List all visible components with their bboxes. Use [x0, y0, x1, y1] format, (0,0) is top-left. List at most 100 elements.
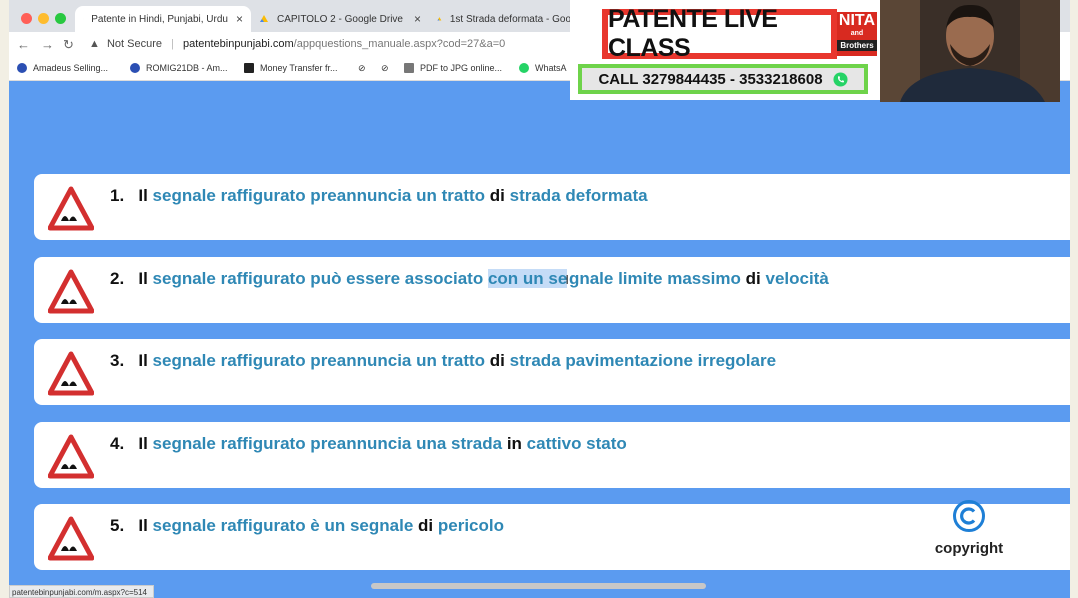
- bookmark-icon: [130, 63, 140, 73]
- question-article: Il: [138, 351, 148, 370]
- tab-strada[interactable]: 1st Strada deformata - Goo: [429, 6, 579, 32]
- bookmark-icon: [404, 63, 414, 73]
- question-number: 4.: [110, 434, 125, 453]
- url-domain: patentebinpunjabi.com: [182, 38, 294, 50]
- right-frame: [1070, 0, 1078, 598]
- call-banner: CALL 3279844435 - 3533218608: [578, 64, 868, 94]
- question-phrase: segnale raffigurato preannuncia un tratt…: [152, 186, 486, 205]
- question-connector: di: [745, 269, 761, 288]
- question-phrase: segnale raffigurato può essere associato: [152, 269, 484, 288]
- question-phrase: segnale raffigurato preannuncia un tratt…: [152, 351, 486, 370]
- question-number: 2.: [110, 269, 125, 288]
- uneven-road-sign-icon: [48, 186, 94, 231]
- close-window-button[interactable]: [21, 13, 32, 24]
- banner-title-frame: PATENTE LIVE CLASS: [602, 5, 837, 62]
- question-connector: di: [418, 516, 434, 535]
- window-controls: [21, 11, 72, 29]
- bookmark-whatsapp[interactable]: WhatsA: [519, 63, 567, 73]
- question-article: Il: [138, 269, 148, 288]
- minimize-window-button[interactable]: [38, 13, 49, 24]
- google-drive-icon: [260, 15, 268, 22]
- question-text: 1. Il segnale raffigurato preannuncia un…: [110, 186, 648, 206]
- copyright-icon: [953, 500, 985, 532]
- bookmark-label: WhatsA: [535, 63, 567, 73]
- tab-title: 1st Strada deformata - Goo: [449, 13, 571, 25]
- question-number: 5.: [110, 516, 125, 535]
- bookmark-pdf-jpg[interactable]: PDF to JPG online...: [404, 63, 502, 73]
- question-phrase: strada deformata: [509, 186, 648, 205]
- question-card[interactable]: 2. Il segnale raffigurato può essere ass…: [34, 257, 1070, 323]
- security-label: Not Secure: [106, 38, 162, 50]
- reload-icon[interactable]: ↻: [63, 37, 74, 53]
- question-phrase: segnale raffigurato è un segnale: [152, 516, 414, 535]
- question-text: 5. Il segnale raffigurato è un segnale d…: [110, 516, 504, 536]
- url-separator: |: [171, 38, 174, 50]
- question-number: 1.: [110, 186, 125, 205]
- uneven-road-sign-icon: [48, 516, 94, 561]
- bookmark-amadeus[interactable]: Amadeus Selling...: [17, 63, 108, 73]
- presenter-video-image: [880, 0, 1060, 102]
- presenter-webcam: [880, 0, 1060, 102]
- question-text: 4. Il segnale raffigurato preannuncia un…: [110, 434, 627, 454]
- whatsapp-icon: [833, 71, 848, 87]
- question-card[interactable]: 3. Il segnale raffigurato preannuncia un…: [34, 339, 1070, 405]
- bookmark-label: Amadeus Selling...: [33, 63, 109, 73]
- brand-name: NITA: [838, 12, 876, 29]
- whatsapp-icon: [519, 63, 529, 73]
- google-drive-icon: [437, 17, 442, 21]
- brand-suffix: Brothers: [837, 40, 877, 51]
- tab-title: CAPITOLO 2 - Google Drive: [277, 13, 403, 25]
- forward-icon[interactable]: →: [41, 37, 54, 52]
- brand-logo: NITA and Brothers: [837, 12, 877, 56]
- url-path: /appquestions_manuale.aspx?cod=27&a=0: [293, 38, 506, 50]
- question-text: 3. Il segnale raffigurato preannuncia un…: [110, 351, 776, 371]
- call-text: CALL 3279844435 - 3533218608: [598, 70, 823, 88]
- bookmark-label: ROMIG21DB - Am...: [146, 63, 228, 73]
- tab-patente[interactable]: Patente in Hindi, Punjabi, Urdu ×: [75, 6, 251, 32]
- question-article: Il: [138, 434, 148, 453]
- question-text: 2. Il segnale raffigurato può essere ass…: [110, 269, 829, 289]
- warning-icon: ▲: [89, 38, 100, 50]
- question-number: 3.: [110, 351, 125, 370]
- question-card[interactable]: 4. Il segnale raffigurato preannuncia un…: [34, 422, 1070, 488]
- uneven-road-sign-icon: [48, 269, 94, 314]
- copyright-mark: copyright: [914, 499, 1024, 557]
- back-icon[interactable]: ←: [17, 37, 30, 52]
- call-box: CALL 3279844435 - 3533218608: [582, 68, 864, 90]
- question-phrase: gnale: [568, 269, 614, 288]
- url-field[interactable]: ▲ Not Secure | patentebinpunjabi.com/app…: [89, 38, 505, 50]
- banner-title: PATENTE LIVE CLASS: [608, 5, 831, 62]
- bookmark-icon: [244, 63, 254, 73]
- globe-bookmark-icon[interactable]: ⊘: [358, 63, 366, 74]
- maximize-window-button[interactable]: [55, 13, 66, 24]
- question-article: Il: [138, 516, 148, 535]
- copyright-label: copyright: [934, 540, 1004, 557]
- globe-bookmark-icon[interactable]: ⊘: [381, 63, 389, 74]
- bookmark-label: Money Transfer fr...: [260, 63, 338, 73]
- uneven-road-sign-icon: [48, 434, 94, 479]
- bookmark-icon: [17, 63, 27, 73]
- brand-conjunction: and: [850, 30, 864, 37]
- uneven-road-sign-icon: [48, 351, 94, 396]
- question-list: 1. Il segnale raffigurato preannuncia un…: [9, 81, 1070, 598]
- bookmark-money-transfer[interactable]: Money Transfer fr...: [244, 63, 338, 73]
- question-card[interactable]: 1. Il segnale raffigurato preannuncia un…: [34, 174, 1070, 240]
- question-phrase: cattivo stato: [526, 434, 627, 453]
- bookmark-romig[interactable]: ROMIG21DB - Am...: [130, 63, 228, 73]
- question-connector: di: [489, 186, 505, 205]
- tab-capitolo[interactable]: CAPITOLO 2 - Google Drive ×: [251, 6, 429, 32]
- tab-title: Patente in Hindi, Punjabi, Urdu: [91, 13, 228, 25]
- question-connector: di: [489, 351, 505, 370]
- horizontal-scrollbar[interactable]: [371, 583, 706, 589]
- question-phrase: limite massimo: [618, 269, 741, 288]
- question-article: Il: [138, 186, 148, 205]
- status-url: patentebinpunjabi.com/m.aspx?c=514: [9, 585, 154, 598]
- live-class-banner: PATENTE LIVE CLASS NITA and Brothers CAL…: [570, 0, 880, 100]
- selected-text: con un se: [487, 269, 568, 288]
- close-tab-icon[interactable]: ×: [406, 12, 421, 26]
- question-phrase: pericolo: [437, 516, 504, 535]
- question-connector: in: [506, 434, 522, 453]
- close-tab-icon[interactable]: ×: [228, 12, 243, 26]
- question-phrase: strada pavimentazione irregolare: [509, 351, 777, 370]
- question-phrase: velocità: [765, 269, 829, 288]
